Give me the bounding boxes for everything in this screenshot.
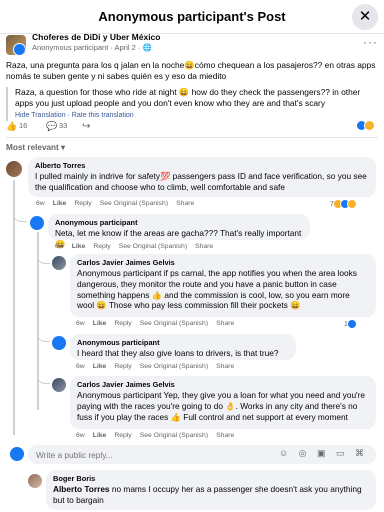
comment-text: Anonymous participant Yep, they give you… (77, 390, 366, 422)
comment-text: I pulled mainly in indrive for safety💯 p… (35, 171, 367, 192)
like-button[interactable]: Like (93, 320, 107, 327)
share-button[interactable]: Share (176, 200, 194, 207)
post-dialog-header: Anonymous participant's Post ✕ (0, 0, 384, 34)
translation-controls[interactable]: Hide Translation · Rate this translation (15, 110, 378, 121)
comment-text: I heard that they also give loans to dri… (77, 348, 279, 358)
comment-bubble: Carlos Javier Jaimes Gelvis Anonymous pa… (70, 254, 376, 317)
translation-text: Raza, a question for those who ride at n… (15, 87, 361, 108)
like-button[interactable]: Like (53, 200, 67, 207)
comment-time[interactable]: 6w (76, 363, 85, 370)
avatar[interactable] (28, 474, 42, 488)
like-icon[interactable]: 👍 (6, 121, 17, 132)
share-button[interactable]: Share (216, 320, 234, 327)
reply-input-box[interactable]: ☺ ◎ ▣ ▭ ⌘ (28, 445, 376, 464)
reply-input[interactable] (36, 448, 266, 461)
like-reaction-icon (346, 319, 357, 329)
see-original-link[interactable]: See Original (Spanish) (140, 363, 208, 370)
composer-icons[interactable]: ☺ ◎ ▣ ▭ ⌘ (279, 448, 368, 459)
comment-actions: 6w Like Reply See Original (Spanish) Share (76, 320, 242, 327)
like-button[interactable]: Like (72, 243, 86, 250)
thread-connector (13, 210, 27, 222)
comment-author[interactable]: Boger Boris (53, 474, 369, 484)
comment-bubble: Carlos Javier Jaimes Gelvis Anonymous pa… (70, 376, 376, 429)
reply-button[interactable]: Reply (114, 363, 131, 370)
reactions-summary[interactable] (356, 120, 378, 132)
comment-time[interactable]: 6w (36, 200, 45, 207)
like-button[interactable]: Like (93, 432, 107, 439)
thread-connector (37, 252, 50, 264)
group-avatar[interactable] (6, 35, 26, 56)
comment-sort-dropdown[interactable]: Most relevant ▾ (6, 142, 65, 152)
comment-count: 33 (59, 121, 68, 130)
comment-author[interactable]: Alberto Torres (35, 161, 369, 171)
see-original-link[interactable]: See Original (Spanish) (140, 320, 208, 327)
comment-actions: 6w Like Reply See Original (Spanish) Share (76, 363, 242, 370)
post-text: Raza, una pregunta para los q jalan en l… (6, 60, 376, 81)
avatar[interactable] (6, 161, 22, 177)
comment-time[interactable]: 6w (76, 432, 85, 439)
see-original-link[interactable]: See Original (Spanish) (100, 200, 168, 207)
reply-button[interactable]: Reply (114, 432, 131, 439)
thread-connector (37, 372, 50, 384)
comment-text: Anonymous participant if ps carnal, the … (77, 268, 357, 311)
see-original-link[interactable]: See Original (Spanish) (140, 432, 208, 439)
divider (6, 137, 378, 138)
thread-connector (37, 330, 50, 342)
like-count: 16 (19, 121, 28, 130)
share-icon[interactable]: ↪ (82, 121, 90, 132)
close-button[interactable]: ✕ (352, 4, 378, 30)
comment-bubble: Anonymous participant I heard that they … (70, 334, 296, 360)
comment-text: Alberto Torres no mams I occupy her as a… (53, 484, 369, 506)
comment-bubble: Boger Boris Alberto Torres no mams I occ… (46, 470, 376, 510)
avatar[interactable] (52, 256, 66, 270)
comment-time[interactable]: 6w (76, 320, 85, 327)
comment-actions: 6w Like Reply See Original (Spanish) Share (76, 432, 242, 439)
haha-reaction-icon (346, 199, 357, 209)
comment-author[interactable]: Carlos Javier Jaimes Gelvis (77, 258, 369, 268)
like-button[interactable]: Like (93, 363, 107, 370)
comment-reactions[interactable]: 7 (330, 199, 357, 211)
comment-bubble: Alberto Torres I pulled mainly in indriv… (28, 157, 376, 197)
comment-bubble: Anonymous participant Neta, let me know … (48, 214, 310, 249)
anonymous-avatar[interactable] (30, 216, 44, 230)
comment-reactions[interactable]: 1 (344, 319, 357, 331)
post-meta: Anonymous participant · April 2 · 🌐 (32, 43, 152, 52)
comment-author[interactable]: Anonymous participant (55, 218, 303, 228)
post-translation: Raza, a question for those who ride at n… (6, 87, 378, 121)
share-button[interactable]: Share (195, 243, 213, 250)
comment-actions: 6w Like Reply See Original (Spanish) Share (55, 243, 221, 250)
mentioned-name[interactable]: Alberto Torres (53, 484, 110, 494)
comment-actions: 6w Like Reply See Original (Spanish) Share (36, 200, 202, 207)
reply-button[interactable]: Reply (74, 200, 91, 207)
reply-button[interactable]: Reply (93, 243, 110, 250)
comment-icon[interactable]: 💬 (46, 121, 57, 132)
post-author-row: Choferes de DiDi y Uber México Anonymous… (6, 32, 378, 58)
more-options-icon[interactable]: ··· (363, 35, 378, 49)
reply-button[interactable]: Reply (114, 320, 131, 327)
comment-time[interactable]: 6w (55, 243, 64, 250)
comment-author[interactable]: Anonymous participant (77, 338, 289, 348)
group-name[interactable]: Choferes de DiDi y Uber México (32, 32, 160, 42)
avatar[interactable] (52, 378, 66, 392)
anonymous-avatar[interactable] (52, 336, 66, 350)
comment-author[interactable]: Carlos Javier Jaimes Gelvis (77, 380, 369, 390)
see-original-link[interactable]: See Original (Spanish) (119, 243, 187, 250)
share-button[interactable]: Share (216, 432, 234, 439)
haha-reaction-icon (364, 120, 375, 131)
current-user-avatar (10, 447, 24, 461)
anonymous-badge-icon (13, 43, 26, 56)
post-stats-row: 👍 16 💬 33 ↪ (6, 120, 378, 135)
share-button[interactable]: Share (216, 363, 234, 370)
dialog-title: Anonymous participant's Post (98, 9, 286, 24)
